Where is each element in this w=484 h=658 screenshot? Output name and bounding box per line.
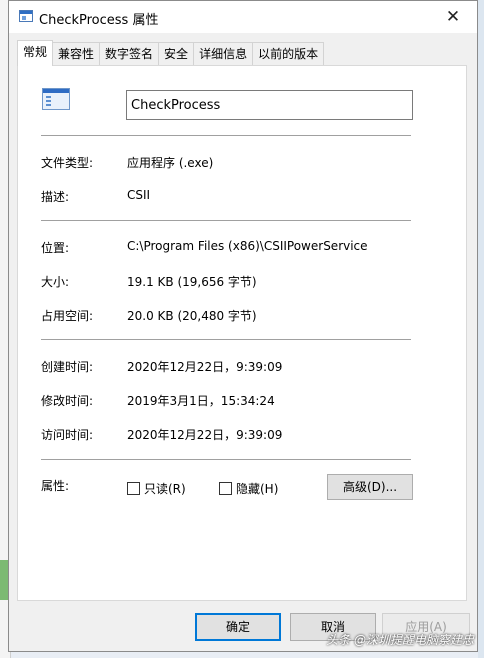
divider [41,339,411,340]
checkbox-box[interactable] [219,482,232,495]
attributes-label: 属性: [41,479,70,493]
watermark-text: 头条 @深圳提醒电脑察建忠 [326,633,474,647]
divider [41,459,411,460]
accessed-value: 2020年12月22日，9:39:09 [127,428,283,442]
created-label: 创建时间: [41,360,94,374]
location-value: C:\Program Files (x86)\CSIIPowerService [127,239,368,253]
file-type-label: 文件类型: [41,156,94,170]
tab-security[interactable]: 安全 [158,42,195,65]
tab-details[interactable]: 详细信息 [193,42,254,65]
tab-digital-signatures[interactable]: 数字签名 [99,42,160,65]
tab-bar: 常规 兼容性 数字签名 安全 详细信息 以前的版本 [17,40,325,66]
tab-compatibility[interactable]: 兼容性 [52,42,101,65]
tab-previous-versions[interactable]: 以前的版本 [252,42,325,65]
close-icon[interactable]: ✕ [433,3,473,31]
file-type-value: 应用程序 (.exe) [127,156,214,170]
accessed-label: 访问时间: [41,428,94,442]
properties-dialog: CheckProcess 属性 ✕ 常规 兼容性 数字签名 安全 详细信息 以前… [8,0,478,652]
modified-value: 2019年3月1日，15:34:24 [127,394,275,408]
divider [41,135,411,136]
size-label: 大小: [41,275,70,289]
readonly-checkbox[interactable]: 只读(R) [127,480,186,497]
description-value: CSII [127,188,151,202]
title-bar: CheckProcess 属性 ✕ [9,1,477,33]
size-on-disk-label: 占用空间: [41,309,94,323]
size-value: 19.1 KB (19,656 字节) [127,275,257,289]
checkbox-box[interactable] [127,482,140,495]
hidden-checkbox[interactable]: 隐藏(H) [219,480,278,497]
description-label: 描述: [41,190,70,204]
location-label: 位置: [41,241,70,255]
application-file-icon [42,88,70,110]
advanced-button[interactable]: 高级(D)... [327,474,413,500]
size-on-disk-value: 20.0 KB (20,480 字节) [127,309,257,323]
window-title: CheckProcess 属性 [39,13,159,28]
file-name-input[interactable] [126,90,413,120]
hidden-label: 隐藏(H) [236,482,279,496]
readonly-label: 只读(R) [144,482,186,496]
tab-general[interactable]: 常规 [17,40,54,66]
app-window-icon [19,10,33,22]
modified-label: 修改时间: [41,394,94,408]
general-tab-panel: 文件类型: 应用程序 (.exe) 描述: CSII 位置: C:\Progra… [17,65,467,601]
ok-button[interactable]: 确定 [195,613,281,641]
created-value: 2020年12月22日，9:39:09 [127,360,283,374]
divider [41,220,411,221]
background-window-edge-right [478,0,484,658]
